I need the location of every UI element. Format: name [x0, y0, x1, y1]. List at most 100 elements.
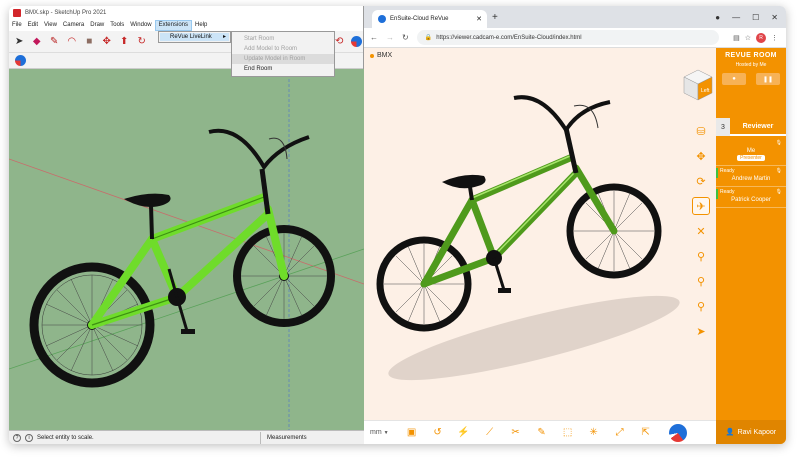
mic-icon[interactable]: 🎙 [776, 140, 782, 146]
status-text: Select entity to scale. [37, 434, 94, 441]
info-icon[interactable]: i [25, 433, 33, 442]
orbit-icon[interactable]: ⟳ [692, 172, 710, 190]
sketchup-viewport[interactable] [9, 69, 364, 430]
zoom-out-icon[interactable]: ⚲ [692, 297, 710, 315]
browser-tab-strip: EnSuite-Cloud ReVue ✕ + ● — ☐ ✕ [364, 6, 786, 28]
participant-name: Andrew Martin [731, 176, 771, 182]
list-item[interactable]: Ready 🎙 Patrick Cooper [716, 187, 786, 208]
rotate-tool-icon[interactable]: ↻ [136, 35, 149, 48]
tab-reviewer[interactable]: Reviewer [730, 118, 786, 136]
back-icon[interactable]: ← [370, 33, 378, 42]
room-controls: ● ❚❚ [716, 73, 786, 85]
explode-icon[interactable]: ⚡ [457, 426, 471, 440]
measurements-box[interactable]: Measurements [260, 431, 364, 444]
tab-favicon-icon [378, 15, 386, 23]
mic-icon[interactable]: 🎙 [776, 189, 782, 195]
viewer-toolbar: ⛁ ✥ ⟳ ✈ ✕ ⚲ ⚲ ⚲ ➤ [690, 122, 712, 340]
rotate-axis-icon[interactable]: ↺ [431, 426, 445, 440]
menu-view[interactable]: View [41, 20, 60, 31]
zoom-window-icon[interactable]: ⚲ [692, 247, 710, 265]
more-icon[interactable]: ⋮ [771, 34, 778, 42]
revue-livelink-tool-icon[interactable] [351, 35, 364, 48]
menu-item-add-model[interactable]: Add Model to Room [232, 44, 334, 54]
room-tabs: 3 Reviewer [716, 118, 786, 136]
pause-button[interactable]: ❚❚ [756, 73, 780, 85]
model-tree-icon[interactable]: ⛁ [692, 122, 710, 140]
browser-extensions: ▤ ☆ R ⋮ [733, 32, 786, 43]
menu-window[interactable]: Window [127, 20, 154, 31]
markup-icon[interactable]: ✎ [535, 426, 549, 440]
rectangle-tool-icon[interactable]: ■ [83, 35, 96, 48]
view-cube[interactable]: Left [682, 68, 714, 104]
expand-icon[interactable]: ⤢ [613, 426, 627, 440]
pencil-tool-icon[interactable]: ✎ [48, 35, 61, 48]
menu-extensions[interactable]: Extensions [154, 20, 192, 31]
pause-icon: ❚❚ [762, 76, 774, 83]
avatar[interactable]: R [756, 32, 766, 43]
profile-indicator-icon[interactable]: ● [715, 13, 720, 22]
participant-status-row: Ready 🎙 [720, 168, 782, 174]
hosted-by: Hosted by Me [735, 62, 767, 68]
user-icon: 👤 [725, 429, 735, 436]
select-tool-icon[interactable]: ➤ [13, 35, 26, 48]
revue-room-panel: REVUE ROOM Hosted by Me ● ❚❚ 3 Reviewer … [716, 48, 786, 444]
star-icon[interactable]: ☆ [745, 34, 751, 42]
browser-tab[interactable]: EnSuite-Cloud ReVue ✕ [372, 10, 487, 28]
close-window-icon[interactable]: ✕ [771, 13, 778, 22]
record-button[interactable]: ● [722, 73, 746, 85]
chevron-down-icon: ▼ [383, 429, 389, 436]
url-text: https://viewer.cadcam-e.com/EnSuite-Clou… [436, 34, 582, 41]
revue-extension-icon[interactable] [14, 54, 27, 67]
fly-icon[interactable]: ✈ [692, 197, 710, 215]
participant-status-row: 🎙 [720, 140, 782, 146]
window-controls: ● — ☐ ✕ [715, 6, 786, 28]
new-tab-icon[interactable]: + [492, 12, 498, 23]
arc-tool-icon[interactable]: ◠ [66, 35, 79, 48]
list-item[interactable]: Ready 🎙 Andrew Martin [716, 166, 786, 187]
sketchup-app-icon [13, 9, 21, 17]
pan-icon[interactable]: ✥ [692, 147, 710, 165]
lock-icon: 🔒 [424, 35, 433, 41]
browser-address-bar: ← → ↻ 🔒 https://viewer.cadcam-e.com/EnSu… [364, 28, 786, 48]
measure-icon[interactable]: ⟋ [483, 426, 497, 440]
menu-item-update-model[interactable]: Update Model in Room [232, 54, 334, 64]
current-user[interactable]: 👤 Ravi Kapoor [716, 420, 786, 444]
menu-item-revue-livelink[interactable]: ReVue LiveLink ▸ [160, 33, 229, 41]
eraser-tool-icon[interactable]: ◆ [31, 35, 44, 48]
help-icon[interactable]: ? [13, 433, 21, 442]
maximize-icon[interactable]: ☐ [752, 13, 759, 22]
menu-edit[interactable]: Edit [25, 20, 41, 31]
forward-icon[interactable]: → [386, 33, 394, 42]
extensions-dropdown: ReVue LiveLink ▸ [158, 31, 231, 43]
move-tool-icon[interactable]: ✥ [101, 35, 114, 48]
minimize-icon[interactable]: — [732, 13, 740, 22]
menu-item-end-room[interactable]: End Room [232, 64, 334, 74]
menu-camera[interactable]: Camera [60, 20, 87, 31]
menu-draw[interactable]: Draw [87, 20, 107, 31]
revue-viewer[interactable]: BMX Left ⛁ ✥ ⟳ ✈ ✕ ⚲ ⚲ ⚲ ➤ [364, 48, 716, 420]
pointer-icon[interactable]: ➤ [692, 322, 710, 340]
record-icon: ● [732, 76, 736, 82]
reload-icon[interactable]: ↻ [402, 33, 409, 42]
section-icon[interactable]: ✂ [509, 426, 523, 440]
viewer-bottom-toolbar: mm ▼ ▣ ↺ ⚡ ⟋ ✂ ✎ ⬚ ✳ ⤢ ⇱ [364, 420, 716, 444]
close-tool-icon[interactable]: ✕ [692, 222, 710, 240]
share-icon[interactable]: ⇱ [639, 426, 653, 440]
url-field[interactable]: 🔒 https://viewer.cadcam-e.com/EnSuite-Cl… [416, 30, 720, 45]
zoom-in-icon[interactable]: ⚲ [692, 272, 710, 290]
list-item[interactable]: 🎙 Me Presenter [716, 138, 786, 166]
extension-icon[interactable]: ▤ [733, 34, 740, 42]
sketchup-bike-model [9, 69, 364, 430]
menu-help[interactable]: Help [192, 20, 210, 31]
menu-file[interactable]: File [9, 20, 25, 31]
tab-close-icon[interactable]: ✕ [476, 15, 482, 23]
sketchup-menu-bar: File Edit View Camera Draw Tools Window … [9, 20, 363, 31]
push-pull-tool-icon[interactable]: ⬆ [118, 35, 131, 48]
unit-selector[interactable]: mm ▼ [370, 429, 389, 436]
mic-icon[interactable]: 🎙 [776, 168, 782, 174]
menu-tools[interactable]: Tools [107, 20, 127, 31]
menu-item-start-room[interactable]: Start Room [232, 34, 334, 44]
fit-view-icon[interactable]: ▣ [405, 426, 419, 440]
axis-icon[interactable]: ✳ [587, 426, 601, 440]
box-icon[interactable]: ⬚ [561, 426, 575, 440]
